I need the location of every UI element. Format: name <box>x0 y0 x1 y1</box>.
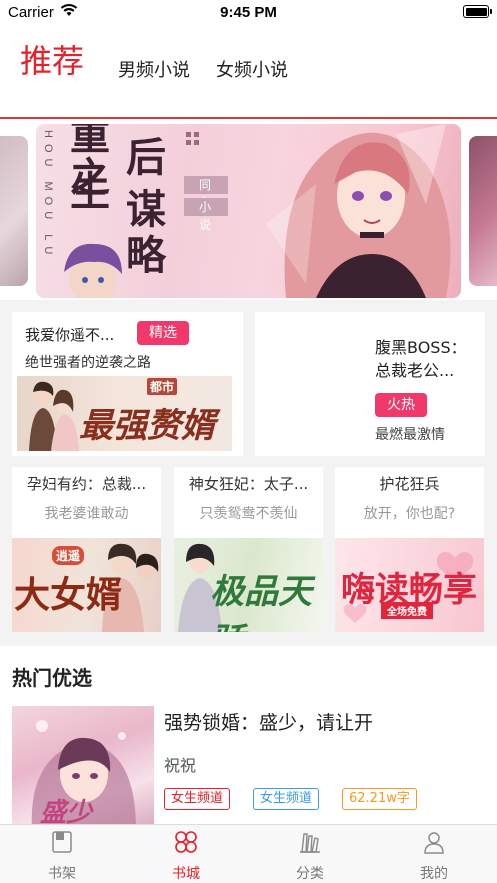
book-card[interactable]: 神女狂妃：太子... 只羡鸳鸯不羡仙 极品天骄 <box>174 467 323 632</box>
tabbar-item-bookshelf[interactable]: 书架 <box>0 825 124 883</box>
tabbar-label: 书架 <box>48 866 76 882</box>
banner-vertical-text: HOU MOU LU <box>42 130 54 261</box>
featured-tag: 精选 <box>137 321 189 345</box>
cover-title: 大女婿 <box>14 574 123 616</box>
tabbar-item-category[interactable]: 分类 <box>248 825 372 883</box>
featured-card[interactable]: 腹黑BOSS： 总裁老公... 火热 最燃最激情 <box>255 312 485 456</box>
word-count-tag: 62.21w字 <box>342 788 417 810</box>
featured-title-line: 腹黑BOSS： <box>375 338 467 357</box>
book-card-cover: 逍遥 大女婿 <box>12 538 161 632</box>
tab-female-novels[interactable]: 女频小说 <box>216 56 288 82</box>
hot-book-author: 祝祝 <box>164 756 197 775</box>
book-card-title: 护花狂兵 <box>379 475 440 493</box>
banner-title-char: 谋 <box>126 186 166 233</box>
channel-tag: 女生频道 <box>253 788 320 810</box>
featured-cover: 都市 最强赘婿 <box>17 376 232 451</box>
cover-title: 极品天骄 <box>210 572 312 632</box>
tabbar-label: 书城 <box>172 866 200 882</box>
clover-icon <box>175 831 197 853</box>
hot-book-title[interactable]: 强势锁婚：盛少，请让开 <box>164 708 373 735</box>
banner-title-char: 后 <box>126 134 166 181</box>
book-card-subtitle: 放开，你也配? <box>363 506 456 522</box>
banner-girl-illustration <box>266 124 451 298</box>
bookshelf-icon <box>52 831 72 853</box>
book-card-cover: 极品天骄 <box>174 538 323 632</box>
book-card-subtitle: 只羡鸳鸯不羡仙 <box>199 506 298 522</box>
book-card[interactable]: 孕妇有约：总裁... 我老婆谁敢动 逍遥 大女婿 <box>12 467 161 632</box>
clock: 9:45 PM <box>220 4 277 21</box>
featured-title: 我爱你遥不... <box>25 326 115 344</box>
tabbar-item-profile[interactable]: 我的 <box>372 825 496 883</box>
featured-title-line: 总裁老公... <box>375 361 455 380</box>
book-card[interactable]: 护花狂兵 放开，你也配? 嗨读畅享 全场免费 <box>335 467 484 632</box>
section-title-hot: 热门优选 <box>12 666 92 690</box>
banner-title-char: 之 <box>70 154 110 201</box>
status-bar: Carrier 9:45 PM <box>0 0 497 26</box>
tabbar-label: 我的 <box>420 866 448 882</box>
featured-section: 我爱你遥不... 精选 绝世强者的逆袭之路 都市 最强赘婿 腹黑BOSS： 总裁… <box>0 300 497 646</box>
banner-slide[interactable]: HOU MOU LU 重 生 之 后 谋 略 同名 小说 <box>36 124 461 298</box>
featured-tag: 火热 <box>375 393 427 417</box>
banner-badge: 小说 <box>184 198 228 232</box>
banner-title-char: 略 <box>126 232 166 279</box>
header-divider <box>0 117 497 119</box>
top-tabs: 推荐 男频小说 女频小说 <box>0 30 497 118</box>
book-card-cover: 嗨读畅享 全场免费 <box>335 538 484 632</box>
person-icon <box>424 832 444 854</box>
cover-genre: 逍遥 <box>52 546 85 565</box>
banner-next-slide[interactable] <box>469 136 497 286</box>
book-card-title: 孕妇有约：总裁... <box>26 475 147 493</box>
battery-icon <box>463 5 492 18</box>
tab-recommend[interactable]: 推荐 <box>20 36 84 82</box>
featured-subtitle: 绝世强者的逆袭之路 <box>25 355 151 371</box>
tabbar-item-bookstore[interactable]: 书城 <box>124 825 248 883</box>
featured-subtitle: 最燃最激情 <box>375 427 445 443</box>
tab-male-novels[interactable]: 男频小说 <box>118 56 190 82</box>
banner-carousel[interactable]: HOU MOU LU 重 生 之 后 谋 略 同名 小说 <box>0 122 497 300</box>
cover-couple-illustration <box>29 381 79 451</box>
hot-book-cover[interactable]: 盛少 <box>12 706 154 830</box>
bottom-tab-bar: 书架 书城 分类 我的 <box>0 824 497 883</box>
banner-badge: 同名 <box>184 176 228 210</box>
cover-title: 最强赘婿 <box>79 406 215 446</box>
book-card-subtitle: 我老婆谁敢动 <box>44 506 129 522</box>
featured-card[interactable]: 我爱你遥不... 精选 绝世强者的逆袭之路 都市 最强赘婿 <box>12 312 243 456</box>
banner-title-char: 重 <box>70 124 110 159</box>
banner-decoration <box>186 132 200 146</box>
banner-prev-slide[interactable] <box>0 136 28 286</box>
cover-genre: 都市 <box>147 378 178 395</box>
tabbar-label: 分类 <box>296 866 324 882</box>
banner-boy-illustration <box>64 243 122 298</box>
cover-badge: 全场免费 <box>381 602 433 619</box>
book-card-title: 神女狂妃：太子... <box>188 475 309 493</box>
channel-tag: 女生频道 <box>164 788 231 810</box>
books-icon <box>300 833 320 853</box>
